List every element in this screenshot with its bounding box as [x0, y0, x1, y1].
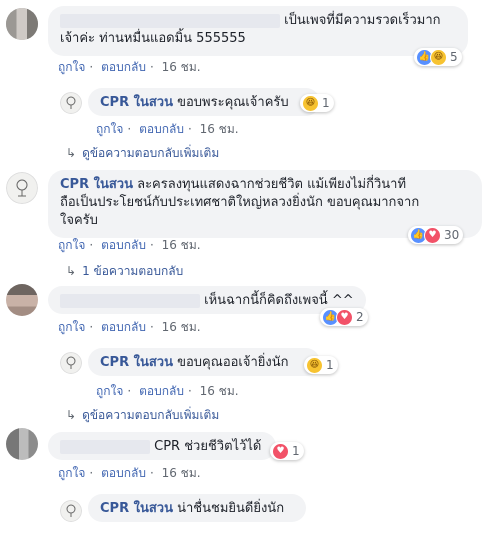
- comment-actions: ถูกใจ · ตอบกลับ · 16 ชม.: [58, 238, 201, 252]
- comment-actions: ถูกใจ · ตอบกลับ · 16 ชม.: [58, 466, 201, 480]
- author-name[interactable]: CPR ในสวน: [60, 177, 133, 192]
- reply-link[interactable]: ตอบกลับ: [101, 466, 146, 480]
- author-name[interactable]: CPR ในสวน: [100, 355, 173, 370]
- commenter-avatar[interactable]: [6, 8, 38, 40]
- reply-actions: ถูกใจ · ตอบกลับ · 16 ชม.: [96, 384, 239, 398]
- reply-actions: ถูกใจ · ตอบกลับ · 16 ชม.: [96, 122, 239, 136]
- redacted-name: [60, 293, 200, 308]
- love-icon: ♥: [336, 308, 353, 326]
- reply-link[interactable]: ตอบกลับ: [101, 238, 146, 252]
- reaction-summary[interactable]: ♥ 1: [270, 442, 304, 460]
- page-avatar[interactable]: [60, 352, 82, 374]
- view-more-replies[interactable]: ↳ ดูข้อความตอบกลับเพิ่มเติม: [66, 144, 219, 163]
- like-link[interactable]: ถูกใจ: [96, 122, 123, 136]
- timestamp[interactable]: 16 ชม.: [162, 60, 201, 74]
- view-more-replies[interactable]: ↳ ดูข้อความตอบกลับเพิ่มเติม: [66, 406, 219, 425]
- timestamp[interactable]: 16 ชม.: [200, 122, 239, 136]
- comment-text: CPR ช่วยชีวิตไว้ได้: [154, 439, 262, 454]
- reaction-count: 30: [444, 228, 460, 242]
- reply-arrow-icon: ↳: [66, 146, 77, 160]
- reaction-count: 2: [356, 310, 364, 324]
- reply-link[interactable]: ตอบกลับ: [101, 320, 146, 334]
- reaction-summary[interactable]: 👍 ♥ 2: [320, 308, 368, 326]
- love-icon: ♥: [424, 226, 441, 244]
- comment-bubble: เห็นฉากนี้ก็คิดถึงเพจนี้ ^^: [48, 286, 366, 314]
- reply-link[interactable]: ตอบกลับ: [101, 60, 146, 74]
- redacted-name: [60, 13, 280, 28]
- comment-bubble: CPR ช่วยชีวิตไว้ได้: [48, 432, 276, 460]
- comment-text: เห็นฉากนี้ก็คิดถึงเพจนี้ ^^: [204, 293, 354, 308]
- reply-text: น่าชื่นชมยินดียิ่งนัก: [177, 501, 285, 516]
- haha-icon: 😆: [430, 48, 447, 66]
- reply-text: ขอบพระคุณเจ้าครับ: [177, 95, 289, 110]
- timestamp[interactable]: 16 ชม.: [162, 238, 201, 252]
- commenter-avatar[interactable]: [6, 284, 38, 316]
- redacted-name: [60, 439, 150, 454]
- haha-icon: 😆: [306, 356, 323, 374]
- reaction-summary[interactable]: 😆 1: [300, 94, 334, 112]
- page-avatar[interactable]: [60, 500, 82, 522]
- reaction-count: 1: [326, 358, 334, 372]
- reply-bubble: CPR ในสวน ขอบพระคุณเจ้าครับ: [88, 88, 320, 116]
- comment-actions: ถูกใจ · ตอบกลับ · 16 ชม.: [58, 60, 201, 74]
- view-replies[interactable]: ↳ 1 ข้อความตอบกลับ: [66, 262, 183, 281]
- reply-bubble: CPR ในสวน น่าชื่นชมยินดียิ่งนัก: [88, 494, 306, 522]
- reply-bubble: CPR ในสวน ขอบคุณออเจ้ายิ่งนัก: [88, 348, 320, 376]
- reply-arrow-icon: ↳: [66, 408, 77, 422]
- reply-arrow-icon: ↳: [66, 264, 77, 278]
- reaction-summary[interactable]: 👍 😆 5: [414, 48, 462, 66]
- comment-actions: ถูกใจ · ตอบกลับ · 16 ชม.: [58, 320, 201, 334]
- reply-text: ขอบคุณออเจ้ายิ่งนัก: [177, 355, 289, 370]
- like-link[interactable]: ถูกใจ: [58, 466, 85, 480]
- reply-link[interactable]: ตอบกลับ: [139, 122, 184, 136]
- comment-bubble: เป็นเพจที่มีความรวดเร็วมาก เจ้าค่ะ ท่านห…: [48, 6, 468, 56]
- love-icon: ♥: [272, 442, 289, 460]
- author-name[interactable]: CPR ในสวน: [100, 95, 173, 110]
- like-link[interactable]: ถูกใจ: [96, 384, 123, 398]
- reaction-summary[interactable]: 😆 1: [304, 356, 338, 374]
- reaction-summary[interactable]: 👍 ♥ 30: [408, 226, 464, 244]
- like-link[interactable]: ถูกใจ: [58, 320, 85, 334]
- timestamp[interactable]: 16 ชม.: [200, 384, 239, 398]
- reply-link[interactable]: ตอบกลับ: [139, 384, 184, 398]
- reaction-count: 1: [322, 96, 330, 110]
- timestamp[interactable]: 16 ชม.: [162, 320, 201, 334]
- page-avatar[interactable]: [60, 92, 82, 114]
- commenter-avatar[interactable]: [6, 428, 38, 460]
- like-link[interactable]: ถูกใจ: [58, 238, 85, 252]
- timestamp[interactable]: 16 ชม.: [162, 466, 201, 480]
- author-name[interactable]: CPR ในสวน: [100, 501, 173, 516]
- reaction-count: 5: [450, 50, 458, 64]
- reaction-count: 1: [292, 444, 300, 458]
- like-link[interactable]: ถูกใจ: [58, 60, 85, 74]
- page-avatar[interactable]: [6, 172, 38, 204]
- haha-icon: 😆: [302, 94, 319, 112]
